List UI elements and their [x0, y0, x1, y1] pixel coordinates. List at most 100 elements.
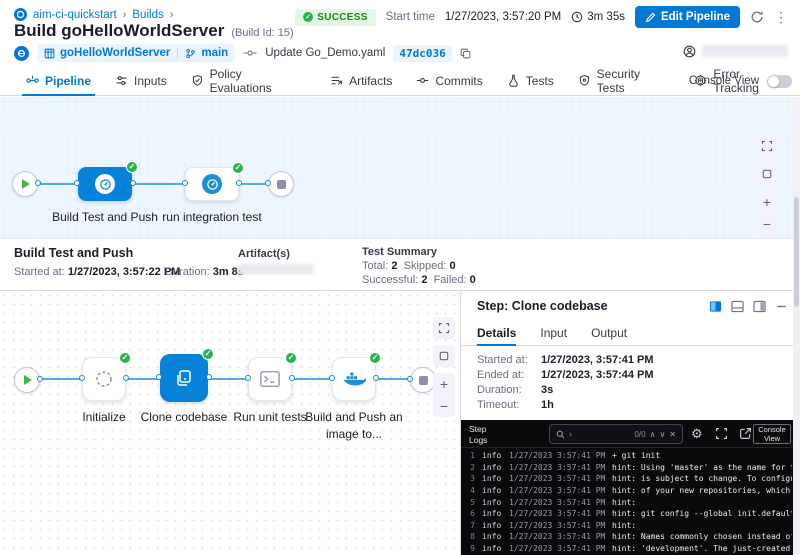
start-time-label: Start time: [386, 11, 435, 23]
repo-branch-chip[interactable]: goHelloWorldServer main: [37, 44, 235, 62]
copy-icon[interactable]: [460, 48, 471, 59]
log-line: 9info1/27/2023 3:57:41 PMhint: 'developm…: [461, 543, 792, 555]
connector-dot: [289, 375, 295, 381]
zoom-out-button[interactable]: −: [433, 395, 455, 417]
layout-right-icon[interactable]: [753, 300, 766, 313]
commit-message[interactable]: Update Go_Demo.yaml: [265, 47, 385, 59]
stage-label[interactable]: Build Test and Push: [45, 209, 165, 226]
connector-dot: [245, 375, 251, 381]
edge: [38, 183, 78, 185]
stage-label[interactable]: run integration test: [157, 209, 267, 226]
success-check-badge: ✓: [285, 352, 297, 364]
initialize-sync-icon: [94, 369, 114, 389]
console-view-toggle[interactable]: [767, 75, 792, 88]
stage-node-run-integration-test[interactable]: ✓: [185, 167, 239, 201]
panel-layout-controls: [709, 300, 788, 313]
edge: [376, 378, 410, 380]
connector-dot: [123, 375, 129, 381]
log-line: 1info1/27/2023 3:57:41 PM+ git init: [461, 450, 792, 462]
stop-icon: [419, 376, 428, 385]
tab-security-tests[interactable]: Security Tests: [566, 66, 683, 95]
zoom-out-button[interactable]: −: [756, 213, 778, 235]
log-search-input[interactable]: › 0/0 ∧ ∨ ✕: [549, 424, 683, 444]
log-line: 5info1/27/2023 3:57:41 PMhint:: [461, 496, 792, 508]
harness-logo-icon: [14, 46, 29, 61]
tab-pipeline[interactable]: Pipeline: [14, 66, 103, 95]
stage-duration: Duration: 3m 8s: [165, 266, 244, 278]
graph-end-node[interactable]: [268, 171, 294, 197]
console-view-button[interactable]: Console View: [753, 424, 791, 444]
minimize-icon[interactable]: [775, 300, 788, 313]
repo-grid-icon: [44, 48, 55, 59]
tab-policy-evaluations[interactable]: Policy Evaluations: [179, 66, 318, 95]
field-label: Ended at:: [477, 369, 524, 381]
step-node-build-and-push-image[interactable]: ✓: [332, 357, 376, 401]
test-summary-title: Test Summary: [362, 246, 437, 258]
tab-output[interactable]: Output: [591, 321, 627, 345]
fit-view-button[interactable]: [756, 163, 778, 185]
fit-view-icon: [761, 168, 773, 180]
step-node-initialize[interactable]: ✓: [82, 357, 126, 401]
tab-input[interactable]: Input: [540, 321, 567, 345]
log-settings-gear-icon[interactable]: ⚙: [691, 426, 703, 442]
title-row: Build goHelloWorldServer (Build Id: 15): [14, 21, 294, 41]
log-open-external-button[interactable]: [739, 427, 752, 445]
edge: [132, 183, 185, 185]
log-line: 6info1/27/2023 3:57:41 PMhint: git confi…: [461, 508, 792, 520]
graph-start-node[interactable]: [12, 171, 38, 197]
test-summary-line2: Successful: 2 Failed: 0: [362, 274, 476, 286]
search-next-button[interactable]: ∨: [659, 430, 665, 439]
breadcrumb-project[interactable]: aim-ci-quickstart: [33, 9, 117, 21]
breadcrumb-builds[interactable]: Builds: [132, 9, 163, 21]
commit-hash[interactable]: 47dc036: [393, 45, 451, 62]
stage-started-at: Started at: 1/27/2023, 3:57:22 PM: [14, 266, 180, 278]
step-label[interactable]: Build and Push an image to...: [288, 409, 420, 444]
field-value: 1/27/2023, 3:57:44 PM: [541, 369, 654, 381]
stage-details-title: Build Test and Push: [14, 246, 133, 260]
edit-pipeline-button[interactable]: Edit Pipeline: [635, 6, 740, 28]
search-close-button[interactable]: ✕: [669, 430, 676, 439]
page-scrollbar[interactable]: [793, 97, 800, 555]
tab-tests[interactable]: Tests: [495, 66, 566, 95]
docker-icon: [342, 370, 366, 388]
tab-commits[interactable]: Commits: [404, 66, 494, 95]
policy-shield-icon: [191, 74, 204, 87]
breadcrumb-separator: ›: [170, 9, 174, 21]
search-prev-button[interactable]: ∧: [650, 430, 656, 439]
repo-name[interactable]: goHelloWorldServer: [60, 47, 170, 59]
edge: [208, 378, 248, 380]
fullscreen-button[interactable]: [433, 317, 455, 339]
page: aim-ci-quickstart › Builds › Build goHel…: [0, 0, 800, 555]
build-id: (Build Id: 15): [231, 27, 293, 39]
layout-bottom-icon[interactable]: [731, 300, 744, 313]
clone-codebase-icon: [173, 367, 195, 389]
refresh-button[interactable]: [750, 10, 764, 24]
edge: [239, 183, 268, 185]
scrollbar-thumb[interactable]: [794, 197, 799, 307]
branch-name[interactable]: main: [201, 47, 228, 59]
step-node-run-unit-tests[interactable]: ✓: [248, 357, 292, 401]
fit-view-button[interactable]: [433, 345, 455, 367]
fullscreen-button[interactable]: [756, 135, 778, 157]
tab-details[interactable]: Details: [477, 321, 516, 345]
tab-inputs[interactable]: Inputs: [103, 66, 179, 95]
play-icon: [22, 179, 30, 189]
log-line: 8info1/27/2023 3:57:41 PMhint: Names com…: [461, 531, 792, 543]
ci-stage-icon: [202, 174, 222, 194]
graph-start-node[interactable]: [14, 367, 40, 393]
tab-artifacts[interactable]: Artifacts: [318, 66, 404, 95]
more-options-button[interactable]: ⋮: [774, 9, 788, 26]
step-node-clone-codebase[interactable]: ✓: [160, 354, 208, 402]
commits-icon: [416, 74, 429, 87]
console-header: Step Logs › 0/0 ∧ ∨ ✕ ⚙ Console View: [461, 420, 800, 448]
zoom-in-button[interactable]: +: [433, 373, 455, 395]
zoom-in-button[interactable]: +: [756, 191, 778, 213]
field-value: 3s: [541, 384, 553, 396]
log-fullscreen-button[interactable]: [715, 427, 728, 445]
connector-dot: [35, 180, 41, 186]
terminal-icon: [260, 370, 280, 388]
stage-execution-graph: ✓ Build Test and Push ✓ run integration …: [0, 97, 800, 238]
stage-node-build-test-and-push[interactable]: ✓: [78, 167, 132, 201]
success-check-badge: ✓: [126, 161, 138, 173]
layout-split-right-icon[interactable]: [709, 300, 722, 313]
